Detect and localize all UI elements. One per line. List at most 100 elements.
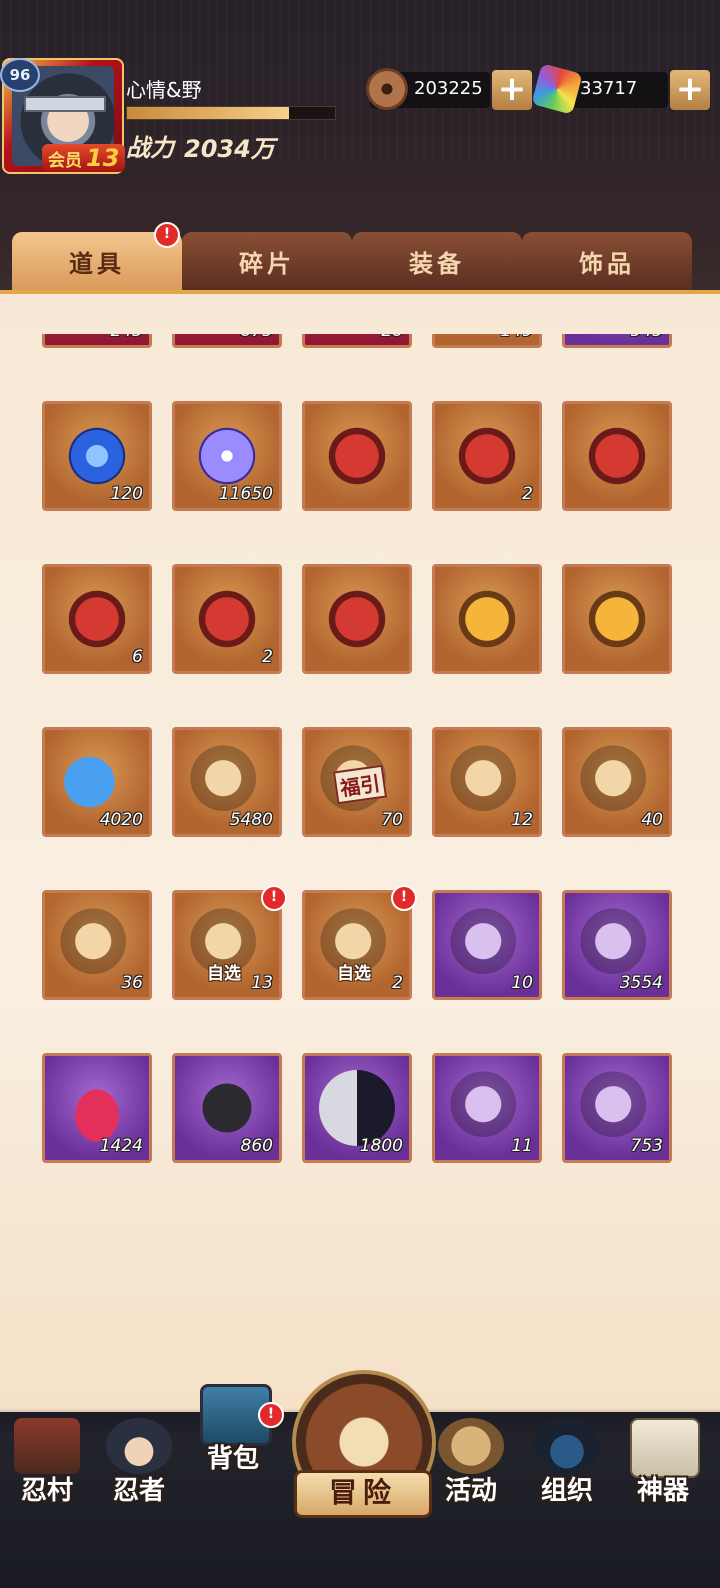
nav-village[interactable]: 忍村 xyxy=(2,1418,92,1518)
inventory-item[interactable]: 11 xyxy=(432,1053,542,1163)
inventory-item[interactable]: 1424 xyxy=(42,1053,152,1163)
nav-artifact-label: 神器 xyxy=(636,1476,689,1506)
eye-stone-icon xyxy=(319,581,395,657)
inventory-item[interactable]: 40 xyxy=(562,727,672,837)
copper-coin-icon xyxy=(366,68,408,110)
nav-artifact[interactable]: 神器 xyxy=(618,1418,708,1518)
item-count: 36 xyxy=(121,973,143,993)
combat-power-label: 战力 xyxy=(126,134,174,162)
inventory-item[interactable] xyxy=(302,564,412,674)
inventory-item[interactable]: 545 xyxy=(562,334,672,348)
vip-badge[interactable]: 会员 13 xyxy=(42,144,126,172)
inventory-item[interactable]: 753 xyxy=(562,1053,672,1163)
inventory-item[interactable]: 4020 xyxy=(42,727,152,837)
purple-orb-icon xyxy=(189,418,265,494)
inventory-item[interactable]: 36 xyxy=(42,890,152,1000)
headband-icon xyxy=(24,96,106,112)
blue-orb-icon xyxy=(59,418,135,494)
inventory-item[interactable]: 28 xyxy=(302,334,412,348)
village-gate-icon xyxy=(14,1418,80,1474)
item-count: 2 xyxy=(522,484,533,504)
upgrade-book-icon xyxy=(579,907,655,983)
tab-accessories[interactable]: 饰品 xyxy=(522,232,692,290)
tab-fragments-label: 碎片 xyxy=(239,249,295,278)
item-count: 13 xyxy=(251,973,273,993)
item-count: 11 xyxy=(511,1136,533,1156)
nav-ninja-label: 忍者 xyxy=(112,1476,165,1506)
item-art-text: 福引 xyxy=(332,764,388,805)
item-grid-viewport[interactable]: 243 875 28 149 545 120 11650 2 6 2 4020 5480 福引 70 12 4… xyxy=(0,334,720,1220)
item-alert-icon: ! xyxy=(391,885,417,911)
nav-ninja[interactable]: 忍者 xyxy=(94,1418,184,1518)
gem-counter: 33717 xyxy=(531,63,668,115)
inventory-item[interactable]: 福引 70 xyxy=(302,727,412,837)
inventory-item[interactable]: 149 xyxy=(432,334,542,348)
inventory-item[interactable]: 12 xyxy=(432,727,542,837)
tab-accessories-label: 饰品 xyxy=(579,249,635,278)
nav-village-label: 忍村 xyxy=(20,1476,73,1506)
inventory-item[interactable]: 120 xyxy=(42,401,152,511)
inventory-item[interactable]: 860 xyxy=(172,1053,282,1163)
gem-value: 33717 xyxy=(580,78,638,99)
inventory-item[interactable]: 2 xyxy=(172,564,282,674)
inventory-item[interactable] xyxy=(562,564,672,674)
nav-events[interactable]: 活动 xyxy=(426,1418,516,1518)
gold-swirl-stone-icon xyxy=(579,581,655,657)
inventory-item[interactable] xyxy=(562,401,672,511)
inventory-item[interactable]: 自选 2! xyxy=(302,885,417,1000)
inventory-item[interactable]: 3554 xyxy=(562,890,672,1000)
item-count: 243 xyxy=(111,334,143,341)
tab-fragments[interactable]: 碎片 xyxy=(182,232,352,290)
black-ore-icon xyxy=(189,1070,265,1146)
target-stone-icon xyxy=(189,581,265,657)
inventory-item[interactable]: 自选 13! xyxy=(172,885,287,1000)
item-count: 4020 xyxy=(99,810,143,830)
inventory-item[interactable]: 5480 xyxy=(172,727,282,837)
coin-counter: 203225 xyxy=(366,68,490,110)
item-count: 12 xyxy=(511,810,533,830)
item-count: 545 xyxy=(631,334,663,341)
nav-adventure-label: 冒险 xyxy=(294,1470,432,1518)
item-count: 2 xyxy=(392,973,403,993)
fire-stone-icon xyxy=(449,418,525,494)
inventory-item[interactable] xyxy=(432,564,542,674)
add-coins-button[interactable]: + xyxy=(492,70,532,110)
inventory-item[interactable]: 10 xyxy=(432,890,542,1000)
red-jar-icon xyxy=(59,1070,135,1146)
nav-adventure[interactable]: 冒险 xyxy=(292,1370,436,1520)
item-count: 1800 xyxy=(359,1136,403,1156)
inventory-item[interactable] xyxy=(302,401,412,511)
top-header: 96 会员 13 心情&野 战力 2034万 203225 + 33717 + … xyxy=(0,0,720,290)
item-count: 753 xyxy=(630,1136,663,1156)
item-count: 10 xyxy=(511,973,533,993)
fist-stone-icon xyxy=(319,418,395,494)
item-count: 11650 xyxy=(218,484,273,504)
add-gems-button[interactable]: + xyxy=(670,70,710,110)
seal-paper-icon xyxy=(579,744,655,820)
shuriken-drum-icon xyxy=(438,1418,504,1474)
inventory-item[interactable]: 6 xyxy=(42,564,152,674)
tab-equipment[interactable]: 装备 xyxy=(352,232,522,290)
nav-backpack[interactable]: 背包 xyxy=(188,1384,278,1484)
item-count: 120 xyxy=(110,484,143,504)
blue-moon-icon xyxy=(59,744,135,820)
gold-fragment-icon xyxy=(449,1070,525,1146)
yin-yang-icon xyxy=(319,1070,395,1146)
inventory-item[interactable]: 243 xyxy=(42,334,152,348)
vip-level: 13 xyxy=(86,144,120,172)
item-count: 149 xyxy=(501,334,533,341)
player-level-badge: 96 xyxy=(0,58,40,92)
blue-scroll-icon xyxy=(449,907,525,983)
nav-organization[interactable]: 组织 xyxy=(522,1418,612,1518)
inventory-item[interactable]: 11650 xyxy=(172,401,282,511)
purple-crystal-icon xyxy=(189,744,265,820)
artifact-scroll-icon xyxy=(630,1418,700,1478)
backpack-alert-icon: ! xyxy=(258,1402,284,1428)
coin-value: 203225 xyxy=(414,78,483,99)
item-count: 70 xyxy=(381,810,403,830)
inventory-item[interactable]: 1800 xyxy=(302,1053,412,1163)
inventory-item[interactable]: 875 xyxy=(172,334,282,348)
item-count: 1424 xyxy=(99,1136,143,1156)
bronze-key-icon xyxy=(449,744,525,820)
inventory-item[interactable]: 2 xyxy=(432,401,542,511)
